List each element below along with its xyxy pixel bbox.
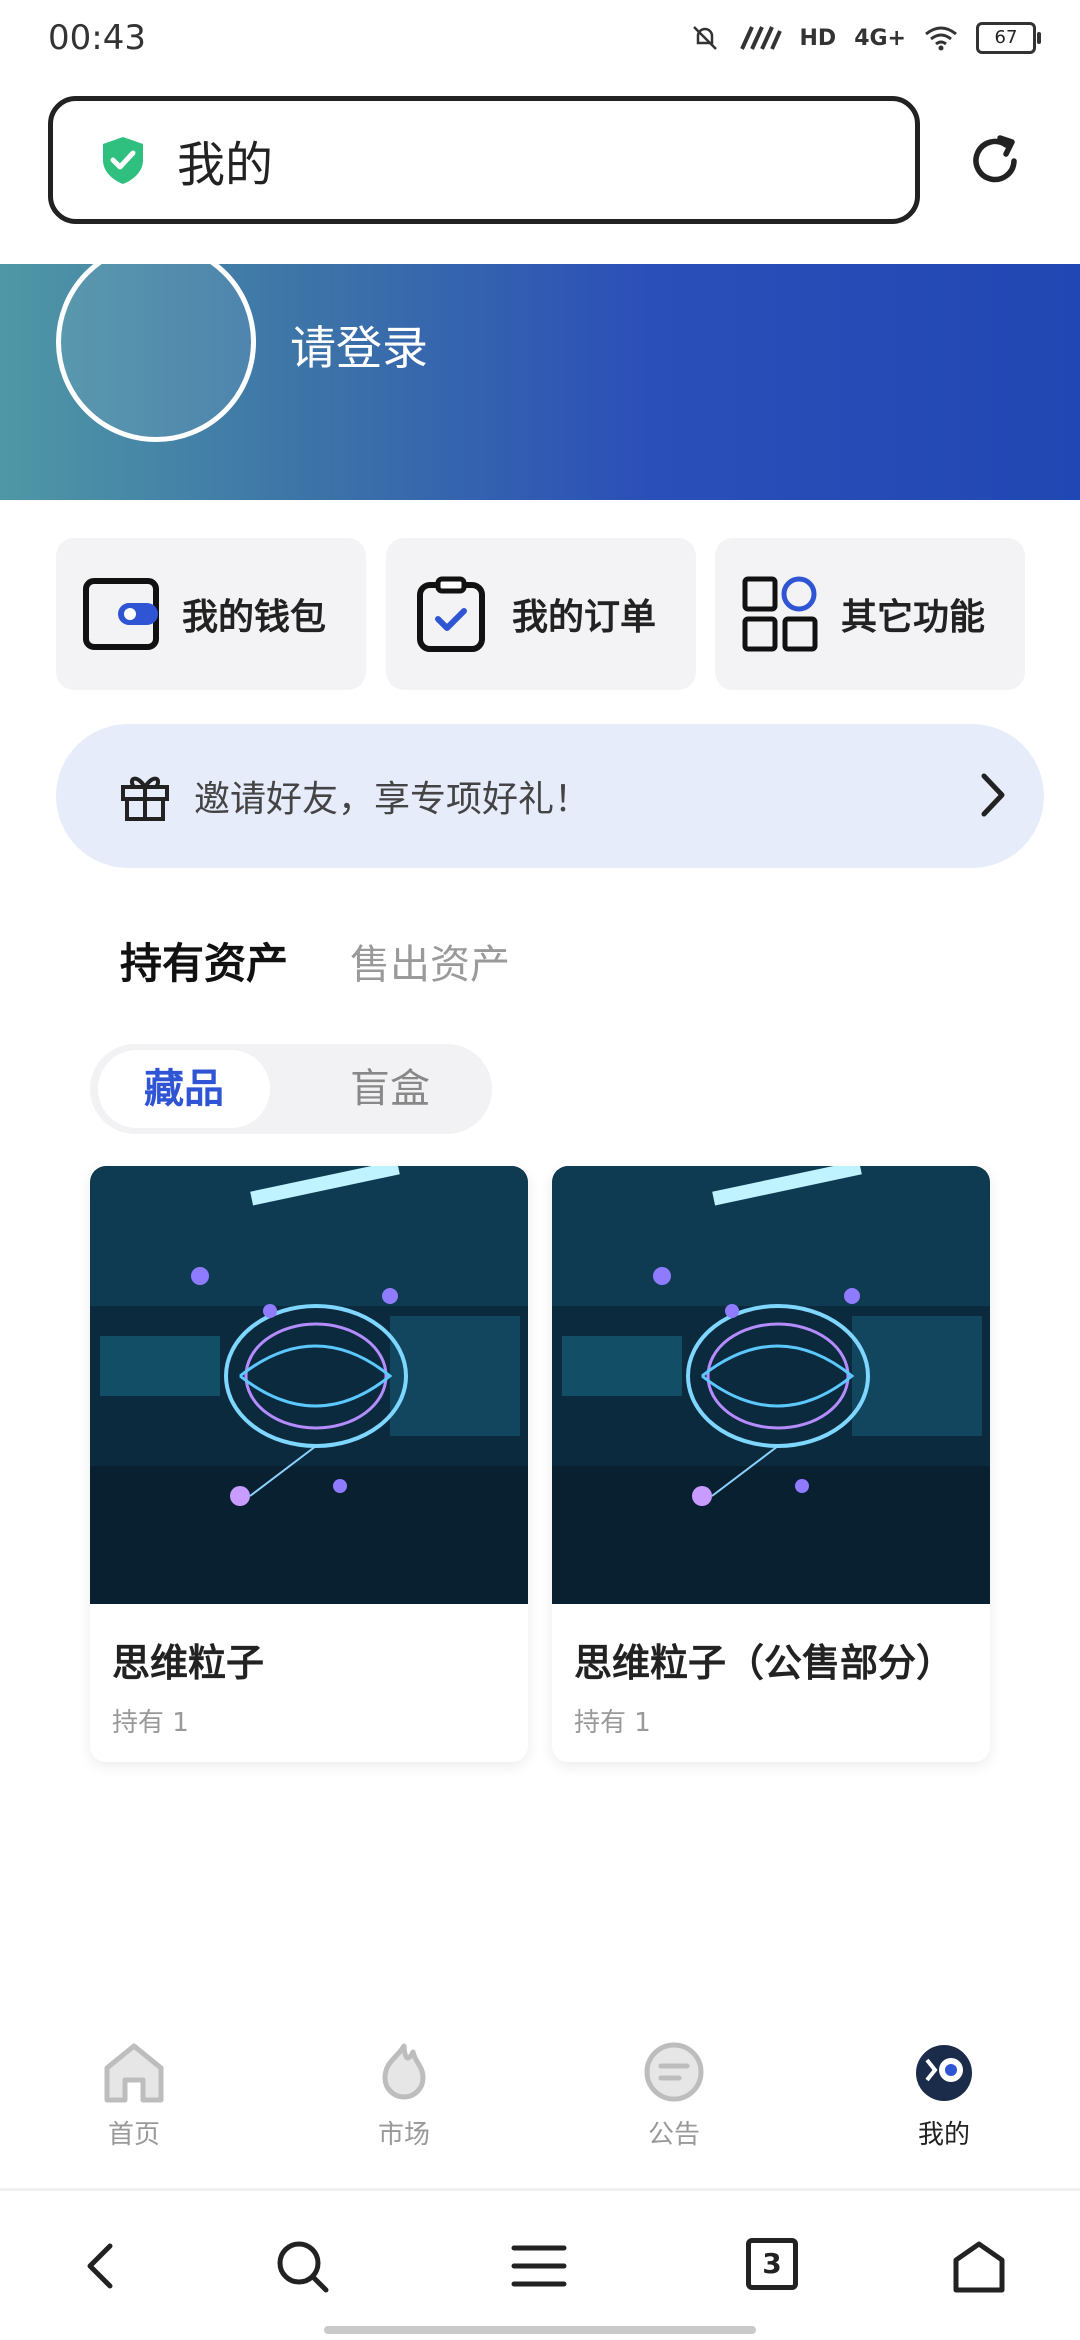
home-indicator[interactable] (324, 2326, 756, 2334)
tab-sold-assets[interactable]: 售出资产 (350, 932, 510, 990)
other-functions-button[interactable]: 其它功能 (715, 538, 1025, 690)
chevron-right-icon (981, 773, 1005, 817)
address-title: 我的 (177, 137, 274, 193)
tabs-count-button[interactable]: 3 (746, 2238, 798, 2290)
nav-profile[interactable]: 我的 (864, 2040, 1024, 2151)
status-bar: 00:43 HD 4G+ 67 (0, 0, 1080, 84)
announcement-icon (644, 2042, 704, 2102)
order-clipboard-icon (417, 576, 485, 652)
search-icon[interactable] (274, 2238, 332, 2296)
wifi-icon (925, 26, 957, 51)
item-title: 思维粒子（公售部分） (574, 1641, 955, 1685)
wallet-label: 我的钱包 (182, 597, 327, 638)
status-icons: HD 4G+ 67 (690, 22, 1041, 54)
item-image (552, 1166, 990, 1604)
nav-market[interactable]: 市场 (324, 2040, 484, 2151)
nav-announcement-label: 公告 (647, 2120, 700, 2150)
item-card[interactable]: 思维粒子 持有 1 (90, 1166, 528, 1762)
browser-home-icon[interactable] (950, 2238, 1008, 2296)
mute-bell-icon (692, 26, 717, 50)
item-image (90, 1166, 528, 1604)
browser-toolbar: 3 (0, 2192, 1080, 2340)
address-bar[interactable]: 我的 (48, 96, 920, 224)
menu-icon[interactable] (510, 2238, 568, 2294)
wallet-icon (83, 578, 159, 650)
invite-banner[interactable]: 邀请好友，享专项好礼！ (56, 724, 1044, 868)
home-icon (104, 2043, 164, 2103)
profile-icon (916, 2045, 972, 2101)
battery-indicator: 67 (976, 22, 1041, 54)
back-icon[interactable] (76, 2238, 126, 2294)
shield-check-icon (103, 137, 143, 184)
item-title: 思维粒子 (112, 1641, 265, 1685)
invite-text: 邀请好友，享专项好礼！ (194, 779, 591, 820)
tab-holding-assets[interactable]: 持有资产 (120, 930, 288, 991)
signal-slash-icon (739, 26, 782, 50)
wallet-button[interactable]: 我的钱包 (56, 538, 366, 690)
bottom-nav: 首页 市场 公告 我的 (0, 2040, 1080, 2190)
network-type: 4G+ (854, 25, 906, 51)
nav-home[interactable]: 首页 (54, 2040, 214, 2151)
refresh-icon[interactable] (966, 132, 1024, 190)
toggle-collectibles[interactable]: 藏品 (98, 1050, 270, 1128)
gift-icon (121, 776, 169, 821)
nav-announcement[interactable]: 公告 (594, 2040, 754, 2151)
nav-home-label: 首页 (107, 2120, 160, 2150)
profile-banner: 请登录 (0, 264, 1080, 500)
market-icon (382, 2043, 426, 2100)
toggle-blind-box[interactable]: 盲盒 (320, 1050, 460, 1128)
hd-badge: HD (799, 25, 837, 51)
other-functions-label: 其它功能 (841, 597, 986, 638)
avatar[interactable] (56, 264, 256, 442)
apps-grid-icon (742, 576, 818, 652)
login-prompt[interactable]: 请登录 (290, 312, 428, 378)
nav-profile-label: 我的 (917, 2120, 970, 2150)
item-card[interactable]: 思维粒子（公售部分） 持有 1 (552, 1166, 990, 1762)
nav-divider (0, 2188, 1080, 2191)
nav-market-label: 市场 (377, 2120, 430, 2150)
status-time: 00:43 (48, 18, 146, 58)
category-toggle: 藏品 盲盒 (90, 1044, 492, 1134)
item-holding: 持有 1 (112, 1708, 189, 1738)
item-holding: 持有 1 (574, 1708, 651, 1738)
orders-button[interactable]: 我的订单 (386, 538, 696, 690)
orders-label: 我的订单 (512, 597, 657, 638)
